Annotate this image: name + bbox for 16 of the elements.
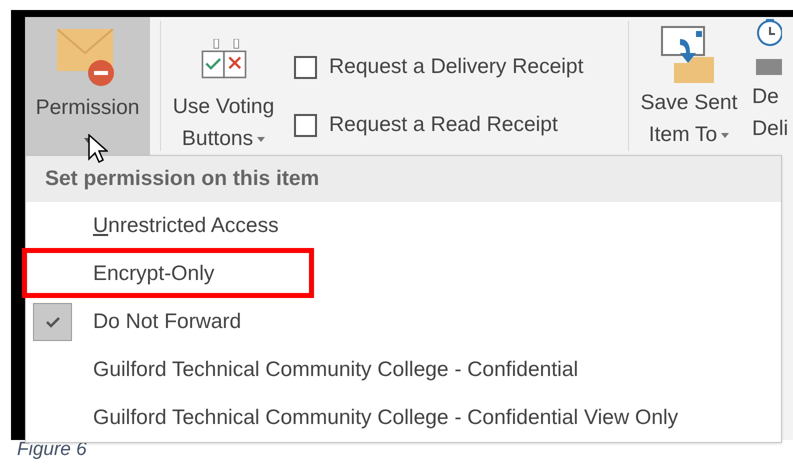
checkbox[interactable] xyxy=(294,56,317,78)
menu-item[interactable]: Unrestricted Access xyxy=(26,202,781,250)
menu-item[interactable]: Do Not Forward xyxy=(26,298,781,346)
checkmark-icon xyxy=(46,316,60,328)
save-sent-item-button[interactable]: Save Sent Item To xyxy=(629,17,749,155)
delay-label: Deli xyxy=(752,116,788,142)
checkbox[interactable] xyxy=(294,114,317,136)
permission-button[interactable]: Permission xyxy=(25,17,150,155)
voting-buttons-button[interactable]: Use Voting Buttons xyxy=(161,17,286,155)
caret-icon xyxy=(257,136,266,142)
menu-item[interactable]: Guilford Technical Community College - Confidential xyxy=(26,346,781,394)
menu-item[interactable]: Guilford Technical Community College - Confidential View Only xyxy=(26,394,781,442)
menu-header: Set permission on this item xyxy=(26,156,781,202)
menu-item[interactable]: Encrypt-Only xyxy=(26,250,781,298)
caret-icon xyxy=(721,132,730,138)
delay-label: De xyxy=(752,84,779,110)
